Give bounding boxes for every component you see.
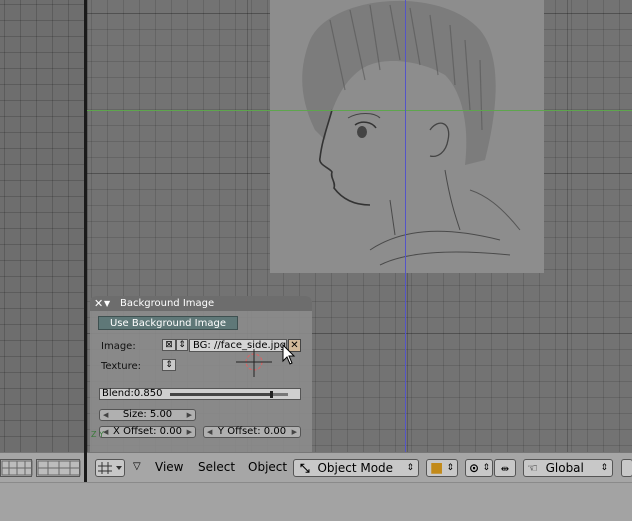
status-bar (0, 482, 632, 521)
manipulator-icon: ⇹ (500, 464, 510, 475)
image-updown-icon[interactable]: ⇕ (176, 339, 188, 351)
panel-header[interactable]: ✕ ▼ Background Image (90, 296, 312, 311)
pivot-icon: ⊙ (469, 461, 480, 475)
image-browse-icon[interactable]: ⊠ (162, 339, 176, 351)
object-mode-icon: ⤡ (300, 461, 310, 475)
background-image-panel: ✕ ▼ Background Image Use Background Imag… (90, 296, 312, 452)
texture-label: Texture: (101, 361, 141, 372)
blend-slider[interactable]: Blend:0.850 (99, 388, 301, 400)
menu-object[interactable]: Object (248, 460, 287, 474)
mode-select-label: Object Mode (317, 461, 394, 475)
manipulator-toggle[interactable]: ⇹ (494, 459, 516, 477)
blend-slider-knob[interactable] (270, 391, 274, 398)
x-offset-value: X Offset: 0.00 (113, 426, 182, 437)
grid-icon (98, 462, 122, 474)
mode-select[interactable]: ⤡ Object Mode ⇕ (293, 459, 419, 477)
solid-cube-icon: ■ (430, 460, 444, 476)
3d-cursor-icon (236, 349, 272, 377)
x-axis-line (87, 110, 632, 111)
hand-icon: ☜ (527, 461, 538, 475)
increment-arrow-icon[interactable]: ▶ (187, 427, 192, 437)
viewport-header: ▽ View Select Object ⤡ Object Mode ⇕ ■ ⇕… (87, 452, 632, 482)
increment-arrow-icon[interactable]: ▶ (292, 427, 297, 437)
layer-buttons-group-1[interactable] (0, 459, 33, 477)
blend-slider-label: Blend:0.850 (102, 388, 163, 399)
editor-type-button[interactable] (95, 459, 125, 477)
updown-arrows-icon: ⇕ (446, 463, 454, 473)
mouse-pointer-icon (282, 344, 296, 365)
x-offset-field[interactable]: ◀ X Offset: 0.00 ▶ (99, 426, 196, 438)
axes-indicator: Z Y (91, 430, 104, 439)
size-field[interactable]: ◀ Size: 5.00 ▶ (99, 409, 196, 421)
collapse-triangle-icon[interactable]: ▼ (104, 299, 120, 308)
decrement-arrow-icon[interactable]: ◀ (103, 410, 108, 420)
left-viewport-strip (0, 0, 86, 480)
layers-button[interactable] (621, 459, 632, 477)
texture-updown-icon[interactable]: ⇕ (162, 359, 176, 371)
use-background-image-button[interactable]: Use Background Image (98, 316, 238, 330)
orientation-select[interactable]: ☜ Global ⇕ (523, 459, 613, 477)
panel-title: Background Image (120, 298, 215, 309)
orientation-label: Global (545, 461, 584, 475)
menu-view[interactable]: View (155, 460, 183, 474)
background-image-sketch (270, 0, 544, 273)
close-icon[interactable]: ✕ (94, 297, 104, 310)
increment-arrow-icon[interactable]: ▶ (187, 410, 192, 420)
y-axis-line (405, 0, 406, 452)
y-offset-field[interactable]: ◀ Y Offset: 0.00 ▶ (203, 426, 301, 438)
draw-type-select[interactable]: ■ ⇕ (426, 459, 458, 477)
collapse-menus-icon[interactable]: ▽ (133, 461, 141, 472)
image-label: Image: (101, 341, 136, 352)
layer-buttons-group-2[interactable] (36, 459, 81, 477)
pivot-select[interactable]: ⊙ ⇕ (465, 459, 493, 477)
size-value: Size: 5.00 (122, 409, 173, 420)
decrement-arrow-icon[interactable]: ◀ (207, 427, 212, 437)
updown-arrows-icon: ⇕ (406, 463, 414, 473)
y-offset-value: Y Offset: 0.00 (217, 426, 287, 437)
blend-slider-fill (170, 393, 271, 396)
menu-select[interactable]: Select (198, 460, 235, 474)
updown-arrows-icon: ⇕ (482, 463, 490, 473)
left-header (0, 452, 84, 482)
updown-arrows-icon: ⇕ (600, 463, 608, 473)
